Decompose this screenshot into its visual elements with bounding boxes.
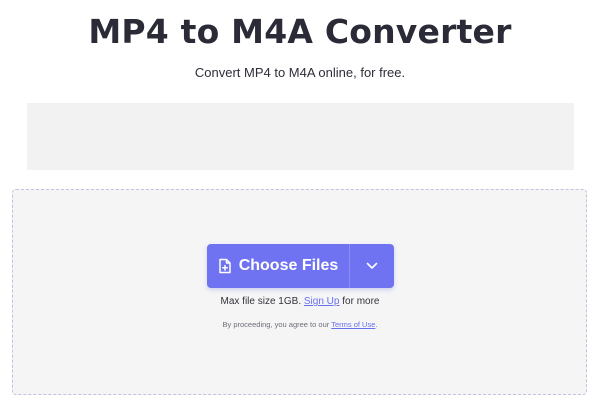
choose-files-label: Choose Files — [238, 257, 339, 274]
terms-of-use-link[interactable]: Terms of Use — [331, 320, 375, 329]
terms-prefix: By proceeding, you agree to our — [222, 320, 330, 329]
choose-files-button[interactable]: Choose Files — [207, 244, 349, 288]
max-file-size-note: Max file size 1GB. Sign Up for more — [0, 295, 600, 309]
page-title: MP4 to M4A Converter — [88, 12, 512, 51]
sign-up-link[interactable]: Sign Up — [304, 296, 340, 307]
upload-source-dropdown-button[interactable] — [350, 244, 394, 288]
file-plus-icon — [218, 258, 232, 274]
max-size-suffix: for more — [342, 296, 380, 307]
converter-page: MP4 to M4A Converter Convert MP4 to M4A … — [0, 0, 600, 409]
terms-suffix: . — [375, 320, 378, 329]
choose-files-button-group: Choose Files — [207, 244, 394, 288]
terms-note: By proceeding, you agree to our Terms of… — [0, 319, 600, 330]
max-size-prefix: Max file size 1GB. — [220, 296, 302, 307]
page-subtitle: Convert MP4 to M4A online, for free. — [194, 65, 406, 80]
file-dropzone[interactable] — [12, 189, 587, 395]
ad-banner-placeholder — [27, 103, 574, 170]
chevron-down-icon — [366, 262, 378, 270]
